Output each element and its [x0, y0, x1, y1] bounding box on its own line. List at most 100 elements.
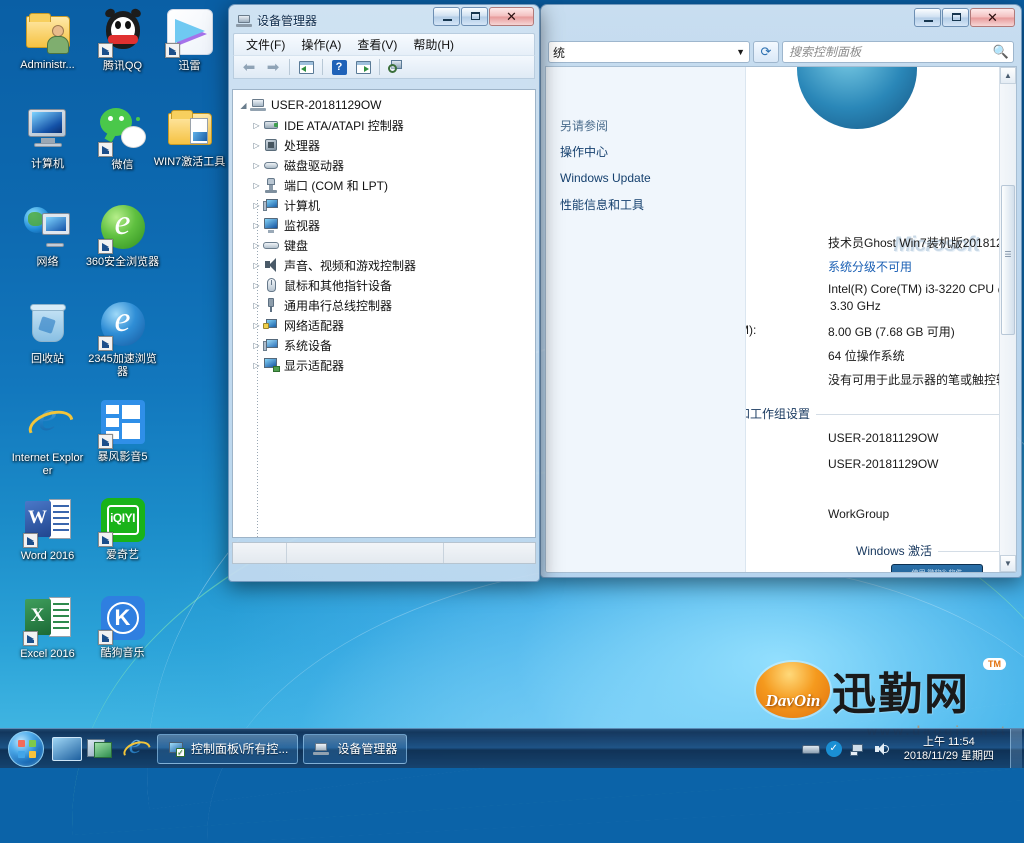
- desktop-icon-baofeng-player[interactable]: 暴风影音5: [85, 398, 160, 464]
- statusbar-cell-3: [444, 543, 535, 563]
- desktop-icon-administrator[interactable]: Administr...: [10, 8, 85, 72]
- clock-time: 上午 11:54: [922, 735, 975, 748]
- close-button[interactable]: ✕: [489, 7, 534, 26]
- desktop-icon-win7-activation-tool[interactable]: WIN7激活工具: [152, 105, 227, 169]
- keyboard-layout-icon[interactable]: [801, 741, 820, 757]
- expand-triangle-icon[interactable]: ▷: [250, 181, 263, 190]
- tree-node-sound-video-game[interactable]: ▷ 声音、视频和游戏控制器: [233, 255, 535, 275]
- volume-icon[interactable]: [874, 741, 890, 757]
- link-action-center[interactable]: 操作中心: [560, 143, 745, 160]
- desktop-icon-word-2016[interactable]: Word 2016: [10, 496, 85, 563]
- computer-icon: [24, 107, 72, 155]
- desktop-icon-2345-browser[interactable]: 2345加速浏览器: [85, 298, 160, 379]
- tree-node-system-devices[interactable]: ▷ 系统设备: [233, 335, 535, 355]
- system-info-content: Microsoft 技术员Ghost Win7装机版201812 系统分级不可用…: [746, 67, 1016, 572]
- taskbar-button-control-panel[interactable]: ✓ 控制面板\所有控...: [157, 733, 299, 764]
- system-vertical-scrollbar[interactable]: ▲ ▼: [999, 67, 1016, 572]
- search-control-panel-box[interactable]: 🔍: [782, 41, 1014, 63]
- desktop-icon-label: 计算机: [31, 158, 64, 170]
- search-input[interactable]: [787, 44, 993, 60]
- quicklaunch-show-desktop[interactable]: [50, 733, 84, 765]
- desktop-icon-label: 暴风影音5: [97, 451, 148, 463]
- tree-node-disk-drives[interactable]: ▷ 磁盘驱动器: [233, 155, 535, 175]
- menu-view[interactable]: 查看(V): [350, 34, 404, 55]
- device-manager-titlebar[interactable]: 设备管理器 ✕: [232, 7, 536, 32]
- tree-node-mice[interactable]: ▷ 鼠标和其他指针设备: [233, 275, 535, 295]
- desktop-icon-network[interactable]: 网络: [10, 203, 85, 269]
- desktop-icon-label: 腾讯QQ: [102, 60, 143, 72]
- clock[interactable]: 上午 11:54 2018/11/29 星期四: [898, 735, 1000, 763]
- scan-for-hardware-changes-button[interactable]: [385, 57, 407, 77]
- tree-node-monitors[interactable]: ▷ 监视器: [233, 215, 535, 235]
- minimize-button[interactable]: [433, 7, 460, 26]
- section-divider: [816, 413, 1016, 415]
- desktop-icon-kugou-music[interactable]: 酷狗音乐: [85, 594, 160, 660]
- desktop-icon-xunlei[interactable]: 迅雷: [152, 8, 227, 73]
- system-window-controls: ✕: [914, 8, 1015, 27]
- start-button[interactable]: [2, 730, 50, 768]
- desktop-icon-excel-2016[interactable]: Excel 2016: [10, 594, 85, 661]
- tree-node-root[interactable]: ◢ USER-20181129OW: [233, 95, 535, 115]
- tree-node-keyboards[interactable]: ▷ 键盘: [233, 235, 535, 255]
- menu-action[interactable]: 操作(A): [294, 34, 348, 55]
- back-button[interactable]: ⬅: [238, 57, 260, 77]
- maximize-button[interactable]: [461, 7, 488, 26]
- device-manager-window[interactable]: 设备管理器 ✕ 文件(F) 操作(A) 查看(V) 帮助(H) ⬅ ➡ ? ◢ …: [228, 4, 540, 582]
- desktop-icon-computer[interactable]: 计算机: [10, 105, 85, 171]
- properties-button[interactable]: [352, 57, 374, 77]
- tree-node-display-adapters[interactable]: ▷ 显示适配器: [233, 355, 535, 375]
- taskbar: ✓ 控制面板\所有控... 设备管理器 上午 11:54 2018/11/29 …: [0, 728, 1024, 768]
- expand-triangle-icon[interactable]: ▷: [250, 161, 263, 170]
- collapse-triangle-icon[interactable]: ◢: [237, 101, 250, 110]
- scroll-down-arrow-icon[interactable]: ▼: [1000, 555, 1016, 572]
- forward-button[interactable]: ➡: [262, 57, 284, 77]
- desktop-icon-recycle-bin[interactable]: 回收站: [10, 300, 85, 366]
- tree-node-ide-controllers[interactable]: ▷ IDE ATA/ATAPI 控制器: [233, 115, 535, 135]
- quicklaunch-media-player[interactable]: [84, 733, 118, 765]
- desktop-icon-iqiyi[interactable]: 爱奇艺: [85, 496, 160, 562]
- desktop-icon-label: 爱奇艺: [106, 549, 139, 561]
- taskbar-button-device-manager[interactable]: 设备管理器: [303, 733, 408, 764]
- control-panel-icon: ✓: [167, 741, 185, 757]
- show-hide-console-tree-button[interactable]: [295, 57, 317, 77]
- desktop-icon-wechat[interactable]: 微信: [85, 105, 160, 172]
- tree-node-ports[interactable]: ▷ 端口 (COM 和 LPT): [233, 175, 535, 195]
- see-also-header: 另请参阅: [560, 119, 609, 133]
- address-bar-input[interactable]: 统 ▼: [548, 41, 750, 63]
- system-window-titlebar[interactable]: ✕: [545, 8, 1017, 35]
- word-icon: [22, 499, 72, 548]
- menu-file[interactable]: 文件(F): [239, 34, 292, 55]
- scroll-up-arrow-icon[interactable]: ▲: [1000, 67, 1016, 84]
- desktop-icon-tencent-qq[interactable]: 腾讯QQ: [85, 7, 160, 73]
- genuine-microsoft-badge[interactable]: ✶ 使用 微软® 软件 正版授权 安全 稳定 声誉: [891, 564, 983, 572]
- tree-node-computer[interactable]: ▷ 计算机: [233, 195, 535, 215]
- security-shield-icon[interactable]: [825, 740, 842, 757]
- desktop-icon-internet-explorer[interactable]: Internet Explorer: [10, 393, 85, 478]
- help-button[interactable]: ?: [328, 57, 350, 77]
- tree-node-network-adapters[interactable]: ▷ 网络适配器: [233, 315, 535, 335]
- scrollbar-thumb[interactable]: [1001, 185, 1015, 335]
- desktop-icon-360-browser[interactable]: 360安全浏览器: [85, 201, 160, 269]
- minimize-button[interactable]: [914, 8, 941, 27]
- desktop-icon-label: 回收站: [31, 353, 64, 365]
- refresh-button[interactable]: ⟳: [753, 41, 779, 63]
- tree-node-label: 键盘: [284, 238, 309, 253]
- menu-help[interactable]: 帮助(H): [406, 34, 461, 55]
- close-button[interactable]: ✕: [970, 8, 1015, 27]
- show-desktop-button[interactable]: [1010, 729, 1022, 768]
- link-windows-update[interactable]: Windows Update: [560, 171, 745, 185]
- quicklaunch-internet-explorer[interactable]: [118, 729, 152, 765]
- tree-node-processors[interactable]: ▷ 处理器: [233, 135, 535, 155]
- system-control-panel-window[interactable]: ✕ 统 ▼ ⟳ 🔍 另请参阅 操作中心 Windows Update 性能信息和…: [540, 4, 1022, 578]
- link-performance-info[interactable]: 性能信息和工具: [560, 196, 745, 213]
- expand-triangle-icon[interactable]: ▷: [250, 141, 263, 150]
- disk-drive-icon: [263, 157, 280, 173]
- link-system-rating[interactable]: 系统分级不可用: [828, 258, 912, 275]
- device-tree[interactable]: ◢ USER-20181129OW ▷ IDE ATA/ATAPI 控制器 ▷ …: [232, 89, 536, 538]
- chevron-down-icon[interactable]: ▼: [736, 47, 745, 57]
- computer-node-icon: [250, 97, 267, 113]
- expand-triangle-icon[interactable]: ▷: [250, 121, 263, 130]
- maximize-button[interactable]: [942, 8, 969, 27]
- tree-node-usb-controllers[interactable]: ▷ 通用串行总线控制器: [233, 295, 535, 315]
- network-icon[interactable]: [849, 741, 866, 757]
